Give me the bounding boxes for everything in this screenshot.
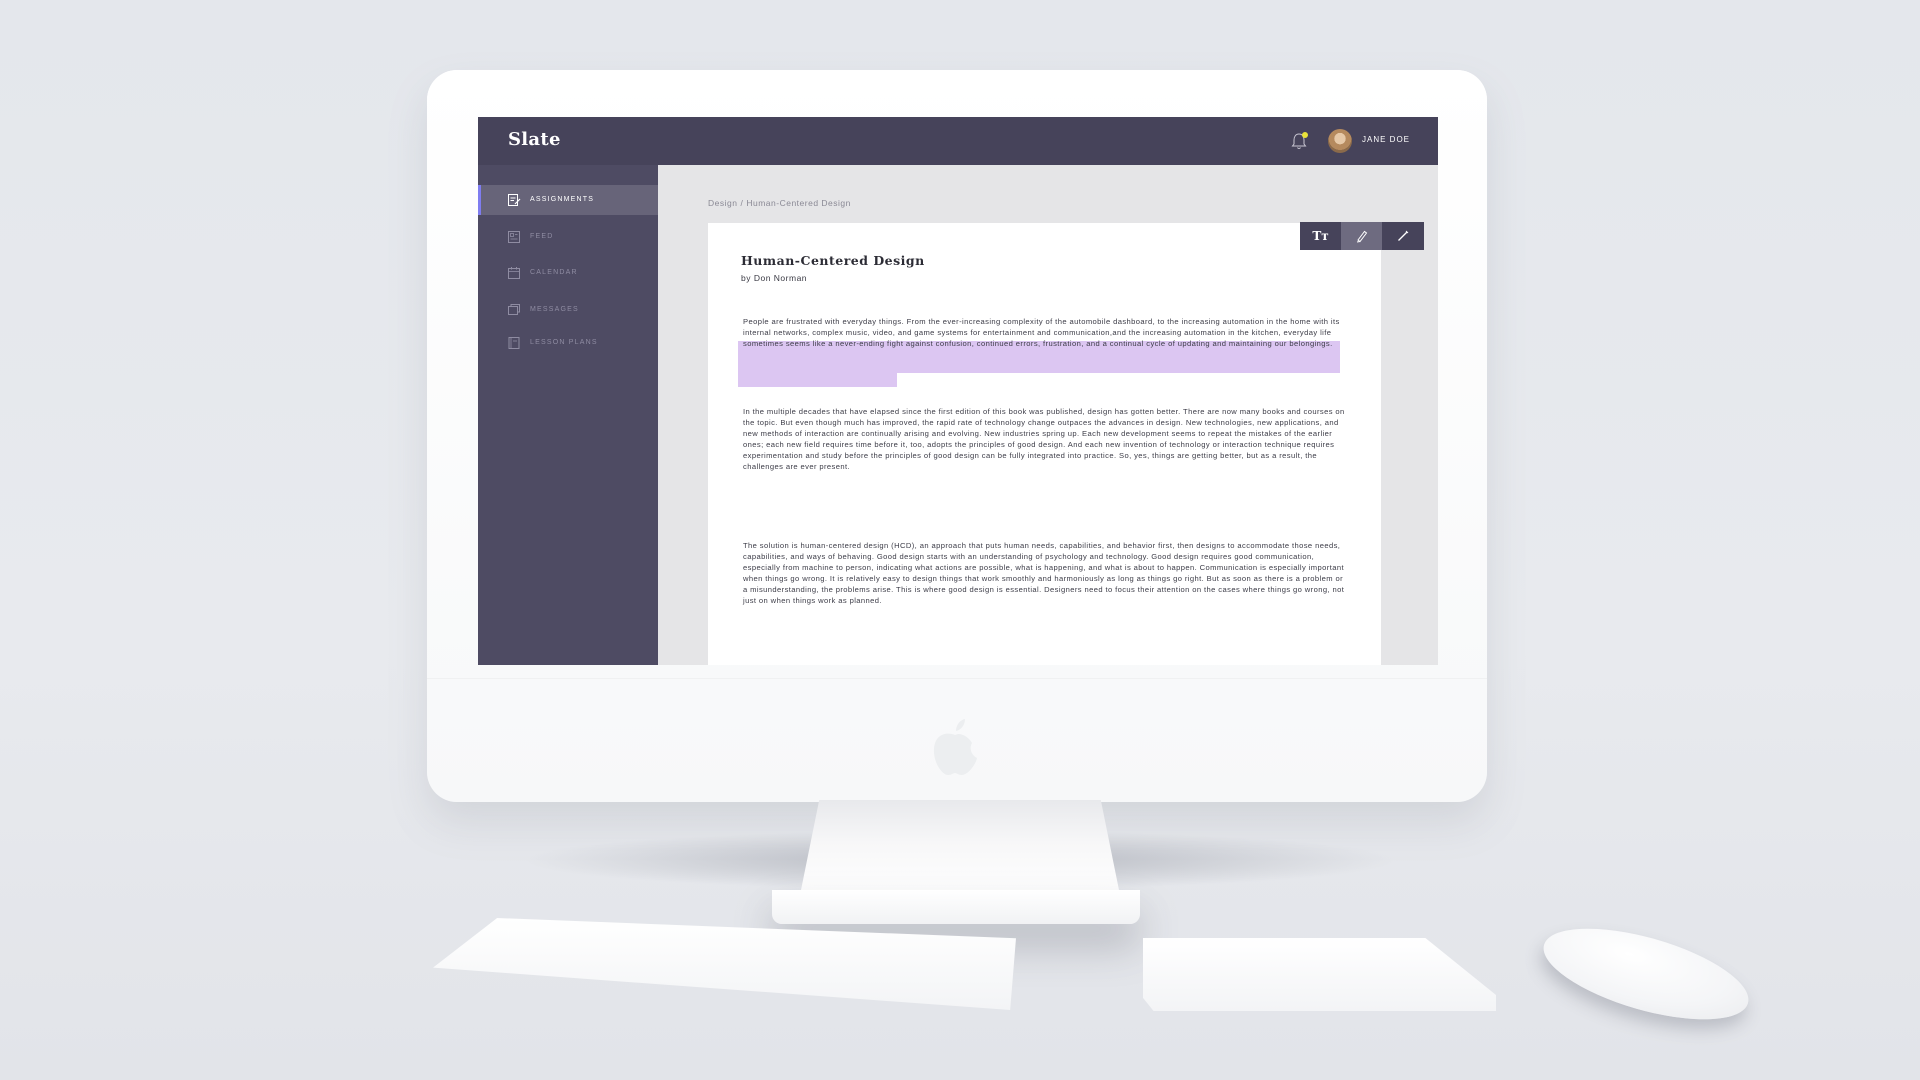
pencil-icon xyxy=(1397,230,1408,241)
document-author: by Don Norman xyxy=(741,273,808,283)
sidebar-item-label: ASSIGNMENTS xyxy=(530,196,595,203)
sidebar-item-assignments[interactable]: ASSIGNMENTS xyxy=(478,185,658,215)
text-size-button[interactable]: Tт xyxy=(1300,222,1341,250)
monitor-chin-line xyxy=(427,678,1487,679)
text-highlight[interactable] xyxy=(738,373,897,387)
sidebar-item-label: FEED xyxy=(530,233,554,240)
document-paragraph[interactable]: People are frustrated with everyday thin… xyxy=(743,316,1348,349)
notification-dot xyxy=(1302,132,1308,138)
app-screen: Slate JANE DOE ASSIGNMENTS FEED CALENDAR… xyxy=(478,117,1438,665)
lesson-plans-icon xyxy=(508,337,520,349)
breadcrumb: Design / Human-Centered Design xyxy=(708,198,851,208)
calendar-icon xyxy=(508,267,520,279)
highlighter-icon xyxy=(1356,230,1367,243)
text-size-icon: Tт xyxy=(1312,229,1329,243)
document-paragraph[interactable]: The solution is human-centered design (H… xyxy=(743,540,1348,606)
monitor-stand-neck xyxy=(800,800,1120,895)
sidebar-item-lesson-plans[interactable]: LESSON PLANS xyxy=(478,328,658,358)
assignments-icon xyxy=(508,194,521,206)
user-avatar[interactable] xyxy=(1328,129,1352,153)
sidebar-item-calendar[interactable]: CALENDAR xyxy=(478,258,658,288)
sidebar-item-label: CALENDAR xyxy=(530,269,578,276)
feed-icon xyxy=(508,231,520,243)
app-logo[interactable]: Slate xyxy=(508,129,561,150)
breadcrumb-separator: / xyxy=(740,198,744,208)
pencil-button[interactable] xyxy=(1382,222,1423,250)
breadcrumb-item[interactable]: Human-Centered Design xyxy=(746,198,851,208)
messages-icon xyxy=(508,304,520,315)
trackpad xyxy=(1143,938,1496,1011)
keyboard xyxy=(433,918,1016,1010)
sidebar-item-feed[interactable]: FEED xyxy=(478,222,658,252)
sidebar-item-label: LESSON PLANS xyxy=(530,339,598,346)
user-name[interactable]: JANE DOE xyxy=(1362,135,1410,144)
annotation-toolbar: Tт xyxy=(1300,222,1424,250)
document-paragraph[interactable]: In the multiple decades that have elapse… xyxy=(743,406,1348,472)
sidebar-item-label: MESSAGES xyxy=(530,306,579,313)
highlighter-button[interactable] xyxy=(1341,222,1382,250)
sidebar: ASSIGNMENTS FEED CALENDAR MESSAGES LESSO… xyxy=(478,165,658,665)
apple-logo-icon xyxy=(933,719,977,775)
monitor-stand-base xyxy=(772,890,1140,924)
breadcrumb-item[interactable]: Design xyxy=(708,198,737,208)
document-page: Human-Centered Design by Don Norman Peop… xyxy=(708,223,1381,665)
document-title: Human-Centered Design xyxy=(741,253,925,268)
sidebar-item-messages[interactable]: MESSAGES xyxy=(478,295,658,325)
mouse xyxy=(1534,910,1758,1038)
top-bar: Slate JANE DOE xyxy=(478,117,1438,165)
